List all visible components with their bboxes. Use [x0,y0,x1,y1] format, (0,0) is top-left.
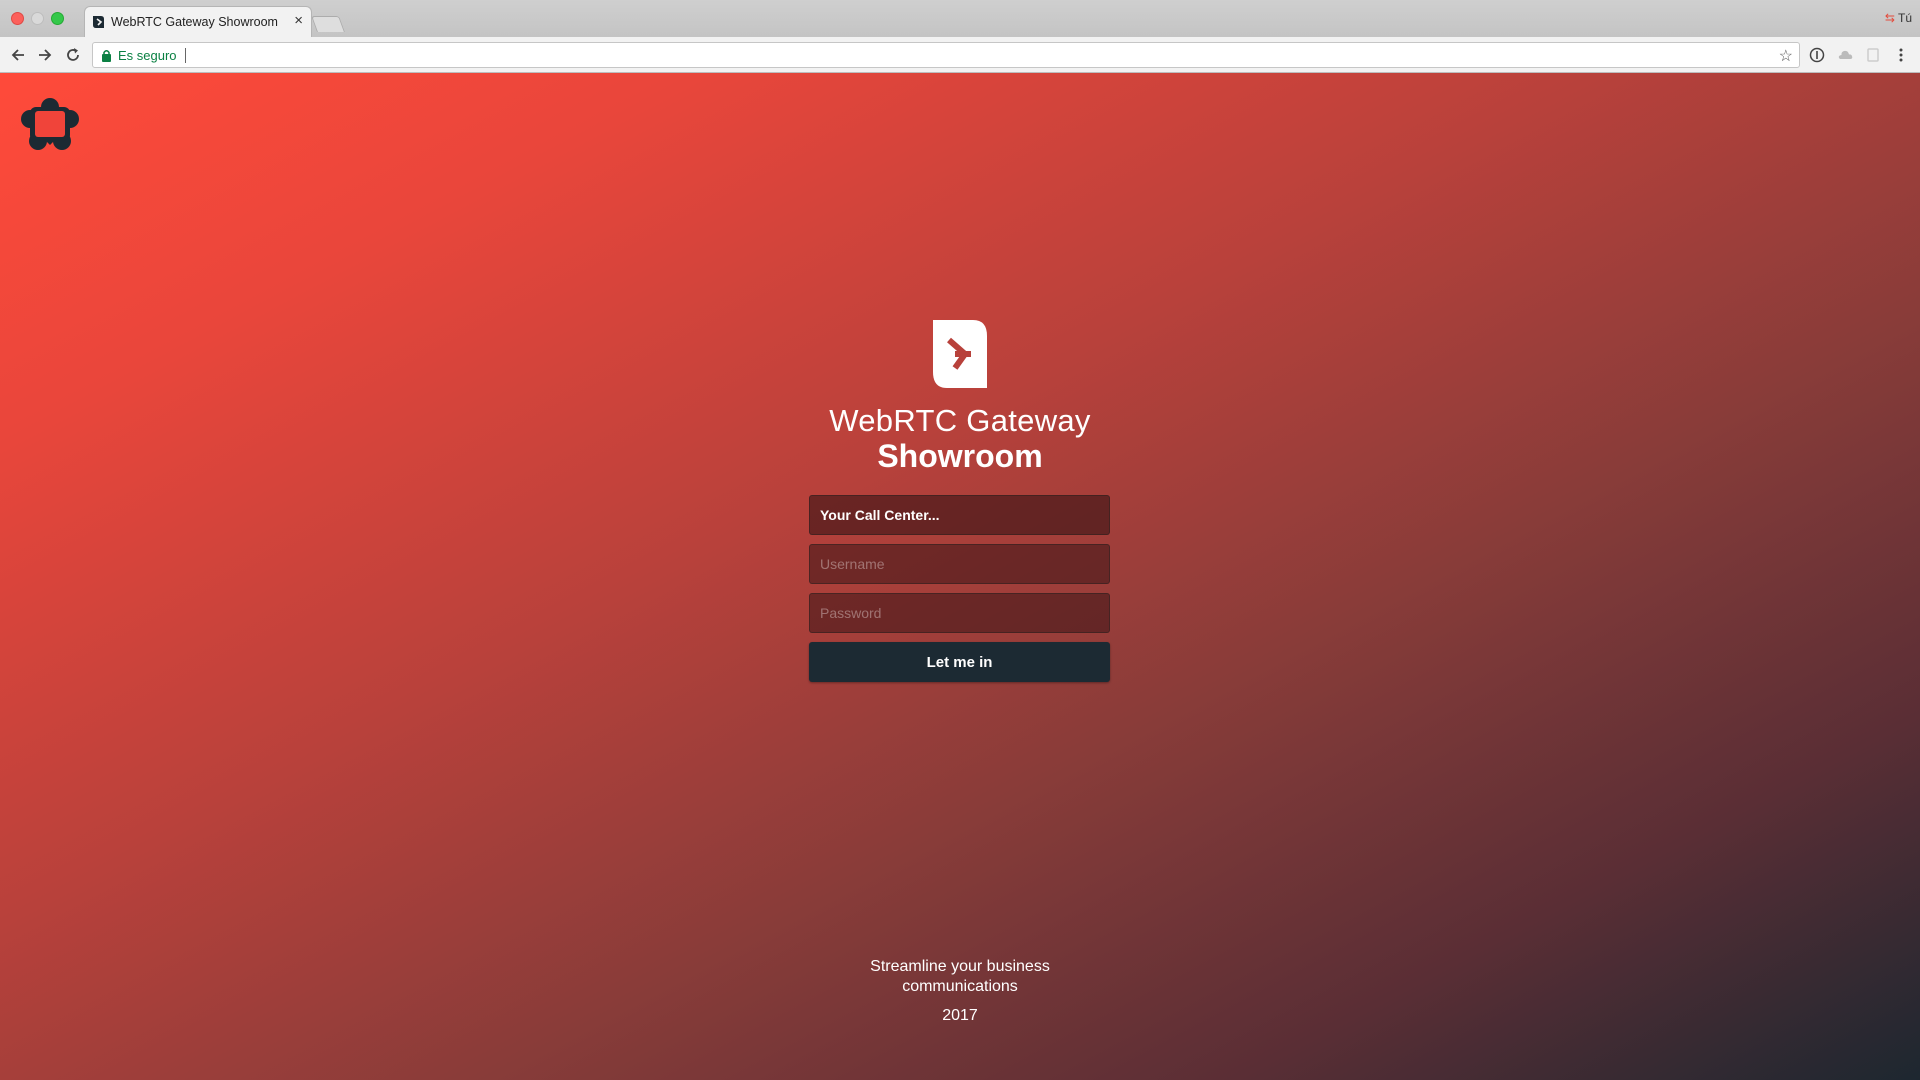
copyright-year: 2017 [942,1007,978,1024]
reload-icon [67,48,79,61]
extension-info-button[interactable] [1808,46,1826,64]
browser-tab-active[interactable]: WebRTC Gateway Showroom × [84,6,312,37]
username-input[interactable] [809,544,1110,584]
tab-close-icon[interactable]: × [294,13,303,29]
tab-title: WebRTC Gateway Showroom [111,15,278,29]
flower-logo-icon[interactable] [20,97,80,153]
cloud-icon [1838,50,1853,59]
document-icon [1867,48,1879,62]
new-tab-button[interactable] [311,16,345,32]
browser-tab-strip: WebRTC Gateway Showroom × ⇆ Tú [0,0,1920,37]
arrow-right-icon [39,49,52,61]
reload-button[interactable] [63,45,83,65]
app-title: WebRTC Gateway [829,403,1091,438]
address-bar[interactable]: Es seguro ☆ [92,42,1800,68]
app-subtitle: Showroom [877,438,1043,474]
webrtc-favicon-icon [93,16,104,28]
address-caret [185,48,186,63]
window-minimize-button[interactable] [31,12,44,25]
webrtc-gateway-logo-icon [933,320,987,388]
secure-label: Es seguro [118,48,177,63]
browser-menu-button[interactable] [1892,46,1910,64]
more-vertical-icon [1899,48,1903,62]
profile-name: Tú [1897,11,1912,25]
login-page: WebRTC Gateway Showroom Let me in Stream… [0,73,1920,1080]
info-icon [1809,47,1825,63]
window-zoom-button[interactable] [51,12,64,25]
browser-toolbar: Es seguro ☆ [0,37,1920,73]
tagline-line-2: communications [902,978,1018,995]
tagline: Streamline your business communications [0,957,1920,997]
login-submit-button[interactable]: Let me in [809,642,1110,682]
extension-doc-button[interactable] [1864,46,1882,64]
extension-cloud-button[interactable] [1836,46,1854,64]
forward-button[interactable] [35,45,55,65]
lock-icon [102,50,111,62]
profile-button[interactable]: ⇆ Tú [1885,11,1912,25]
arrow-left-icon [11,49,24,61]
tagline-line-1: Streamline your business [870,958,1050,975]
company-input[interactable] [809,495,1110,535]
profile-icon: ⇆ [1884,11,1895,25]
bookmark-star-icon[interactable]: ☆ [1779,46,1793,66]
password-input[interactable] [809,593,1110,633]
window-close-button[interactable] [11,12,24,25]
back-button[interactable] [8,45,28,65]
